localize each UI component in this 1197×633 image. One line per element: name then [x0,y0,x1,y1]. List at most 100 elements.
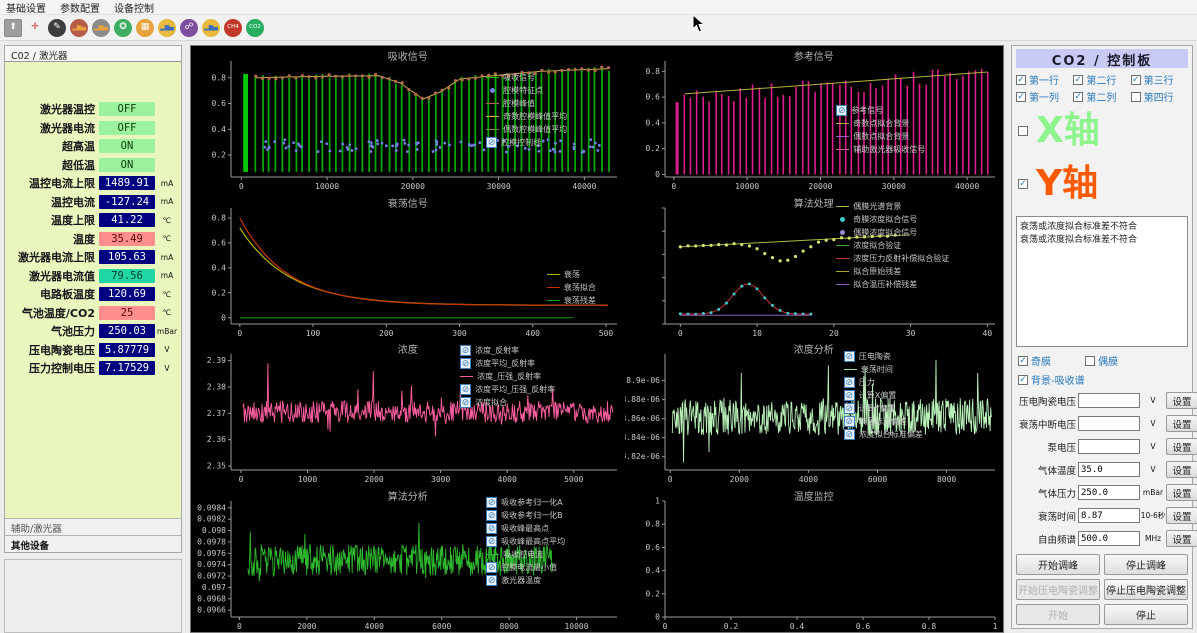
check-background-absorption[interactable]: ✓背景-吸收谱 [1018,372,1085,387]
bar-chart-gray-icon[interactable]: ▂▆▄ [92,19,110,37]
legend-toggle-icon[interactable]: ⊘ [844,429,855,440]
legend-entry[interactable]: ⊘浓度_反射率 [460,345,555,356]
checkbox[interactable]: ✓ [1016,92,1026,102]
checkbox[interactable] [1085,356,1095,366]
ch4-icon[interactable]: CH4 [224,19,242,37]
legend-toggle-icon[interactable]: ⊘ [844,403,855,414]
menu-item[interactable]: 参数配置 [60,0,100,15]
legend-entry[interactable]: ⊘计算X偏置 [844,390,923,401]
legend-entry[interactable]: 浓度压力反射补偿拟合验证 [836,253,949,264]
menu-item[interactable]: 基础设置 [6,0,46,15]
set-button[interactable]: 设置 [1166,461,1197,478]
legend-entry[interactable]: 腔模特征点 [486,85,567,96]
menu-item[interactable]: 设备控制 [114,0,154,15]
legend-entry[interactable]: 浓度拟合验证 [836,240,949,251]
legend-entry[interactable]: 衰荡 [547,269,596,280]
legend-entry[interactable]: 吸收信号 [486,72,567,83]
legend-entry[interactable]: 偶数点拟合背景 [836,131,925,142]
legend-entry[interactable]: 吸收腔电流 [486,549,565,560]
up-arrow-icon[interactable]: ⬆ [4,19,22,37]
set-button[interactable]: 设置 [1166,438,1197,455]
legend-toggle-icon[interactable]: ⊘ [486,497,497,508]
check-第一列[interactable]: ✓第一列 [1016,89,1073,104]
check-奇膜[interactable]: ✓奇膜 [1018,353,1051,368]
field-input[interactable] [1078,393,1140,408]
accordion-item[interactable]: 辅助/激光器 [5,518,181,535]
legend-toggle-icon[interactable]: ⊘ [460,345,471,356]
legend-toggle-icon[interactable]: ⊘ [844,390,855,401]
legend-entry[interactable]: ⊘吸收参考归一化B [486,510,565,521]
badge-green-icon[interactable]: ✪ [114,19,132,37]
checkbox[interactable]: ✓ [1016,75,1026,85]
alarm-message-box[interactable]: 衰荡或浓度拟合标准差不符合衰荡或浓度拟合标准差不符合 [1016,216,1188,347]
legend-toggle-icon[interactable]: ⊘ [844,416,855,427]
legend-entry[interactable]: ⊘吸收峰最高点平均 [486,536,565,547]
legend-entry[interactable]: ⊘计算Y偏置 [844,403,923,414]
legend-entry[interactable]: 偶膜光谱背景 [836,201,949,212]
field-input[interactable] [1078,416,1140,431]
legend-entry[interactable]: 拟合温压补偿残差 [836,279,949,290]
checkbox[interactable]: ✓ [1018,375,1028,385]
set-button[interactable]: 设置 [1166,392,1197,409]
legend-entry[interactable]: 衰荡时间 [844,364,923,375]
legend-entry[interactable]: ⊘腔模控制线 [486,137,567,148]
co2-icon[interactable]: CO2 [246,19,264,37]
set-button[interactable]: 设置 [1166,484,1197,501]
legend-entry[interactable]: 腔模峰值 [486,98,567,109]
legend-toggle-icon[interactable]: ⊘ [460,397,471,408]
set-button[interactable]: 设置 [1166,530,1197,547]
accordion-item[interactable]: 其他设备 [5,535,181,552]
legend-toggle-icon[interactable]: ⊘ [486,536,497,547]
bar-chart-red-icon[interactable]: ▂▆▄ [70,19,88,37]
x-axis-checkbox[interactable] [1018,126,1028,136]
legend-toggle-icon[interactable]: ⊘ [836,105,847,116]
keyboard-grid-icon[interactable]: ▦ [136,19,154,37]
set-button[interactable]: 设置 [1166,507,1197,524]
legend-entry[interactable]: 偶数腔模峰值平均 [486,124,567,135]
legend-entry[interactable]: 奇数腔模峰值平均 [486,111,567,122]
cursor-probe-icon[interactable]: ✛ [26,19,44,37]
gauge-pen-icon[interactable]: ✎ [48,19,66,37]
field-input[interactable] [1078,508,1140,523]
legend-entry[interactable]: ⊘吸收峰最高点 [486,523,565,534]
field-input[interactable] [1078,462,1140,477]
legend-toggle-icon[interactable]: ⊘ [486,562,497,573]
legend-entry[interactable]: ⊘腔膜电流最小值 [486,562,565,573]
check-第四行[interactable]: 第四行 [1131,89,1188,104]
check-第二行[interactable]: ✓第二行 [1073,72,1130,87]
legend-entry[interactable]: 衰荡残差 [547,295,596,306]
checkbox[interactable]: ✓ [1073,75,1083,85]
check-第三行[interactable]: ✓第三行 [1131,72,1188,87]
legend-toggle-icon[interactable]: ⊘ [460,358,471,369]
legend-toggle-icon[interactable]: ⊘ [486,523,497,534]
legend-entry[interactable]: ⊘浓度平均_压强_反射率 [460,384,555,395]
check-第一行[interactable]: ✓第一行 [1016,72,1073,87]
legend-toggle-icon[interactable]: ⊘ [486,137,497,148]
legend-entry[interactable]: 偶膜浓度拟合信号 [836,227,949,238]
action-button[interactable]: 开始调峰 [1016,554,1100,575]
legend-toggle-icon[interactable]: ⊘ [486,575,497,586]
legend-entry[interactable]: ⊘衰荡标准偏差 [844,416,923,427]
check-偶膜[interactable]: 偶膜 [1085,353,1118,368]
legend-entry[interactable]: ⊘浓度拟合标准偏差 [844,429,923,440]
network-nodes-icon[interactable]: ☍ [180,19,198,37]
bar-chart-yellow2-icon[interactable]: ▂▆▄ [202,19,220,37]
laser-panel-tab[interactable]: C02 / 激光器 [5,46,181,62]
legend-entry[interactable]: ⊘浓度拟合 [460,397,555,408]
checkbox[interactable] [1131,92,1141,102]
checkbox[interactable]: ✓ [1073,92,1083,102]
legend-entry[interactable]: ⊘浓度平均_反射率 [460,358,555,369]
legend-entry[interactable]: ⊘压力 [844,377,923,388]
legend-entry[interactable]: 奇数点拟合背景 [836,118,925,129]
action-button[interactable]: 停止压电陶瓷调整 [1104,579,1188,600]
check-第二列[interactable]: ✓第二列 [1073,89,1130,104]
field-input[interactable] [1078,485,1140,500]
set-button[interactable]: 设置 [1166,415,1197,432]
action-button[interactable]: 停止调峰 [1104,554,1188,575]
checkbox[interactable]: ✓ [1018,356,1028,366]
legend-entry[interactable]: 拟合原始残差 [836,266,949,277]
legend-entry[interactable]: ⊘压电陶瓷 [844,351,923,362]
legend-entry[interactable]: 浓度_压强_反射率 [460,371,555,382]
legend-toggle-icon[interactable]: ⊘ [486,510,497,521]
field-input[interactable] [1078,531,1140,546]
